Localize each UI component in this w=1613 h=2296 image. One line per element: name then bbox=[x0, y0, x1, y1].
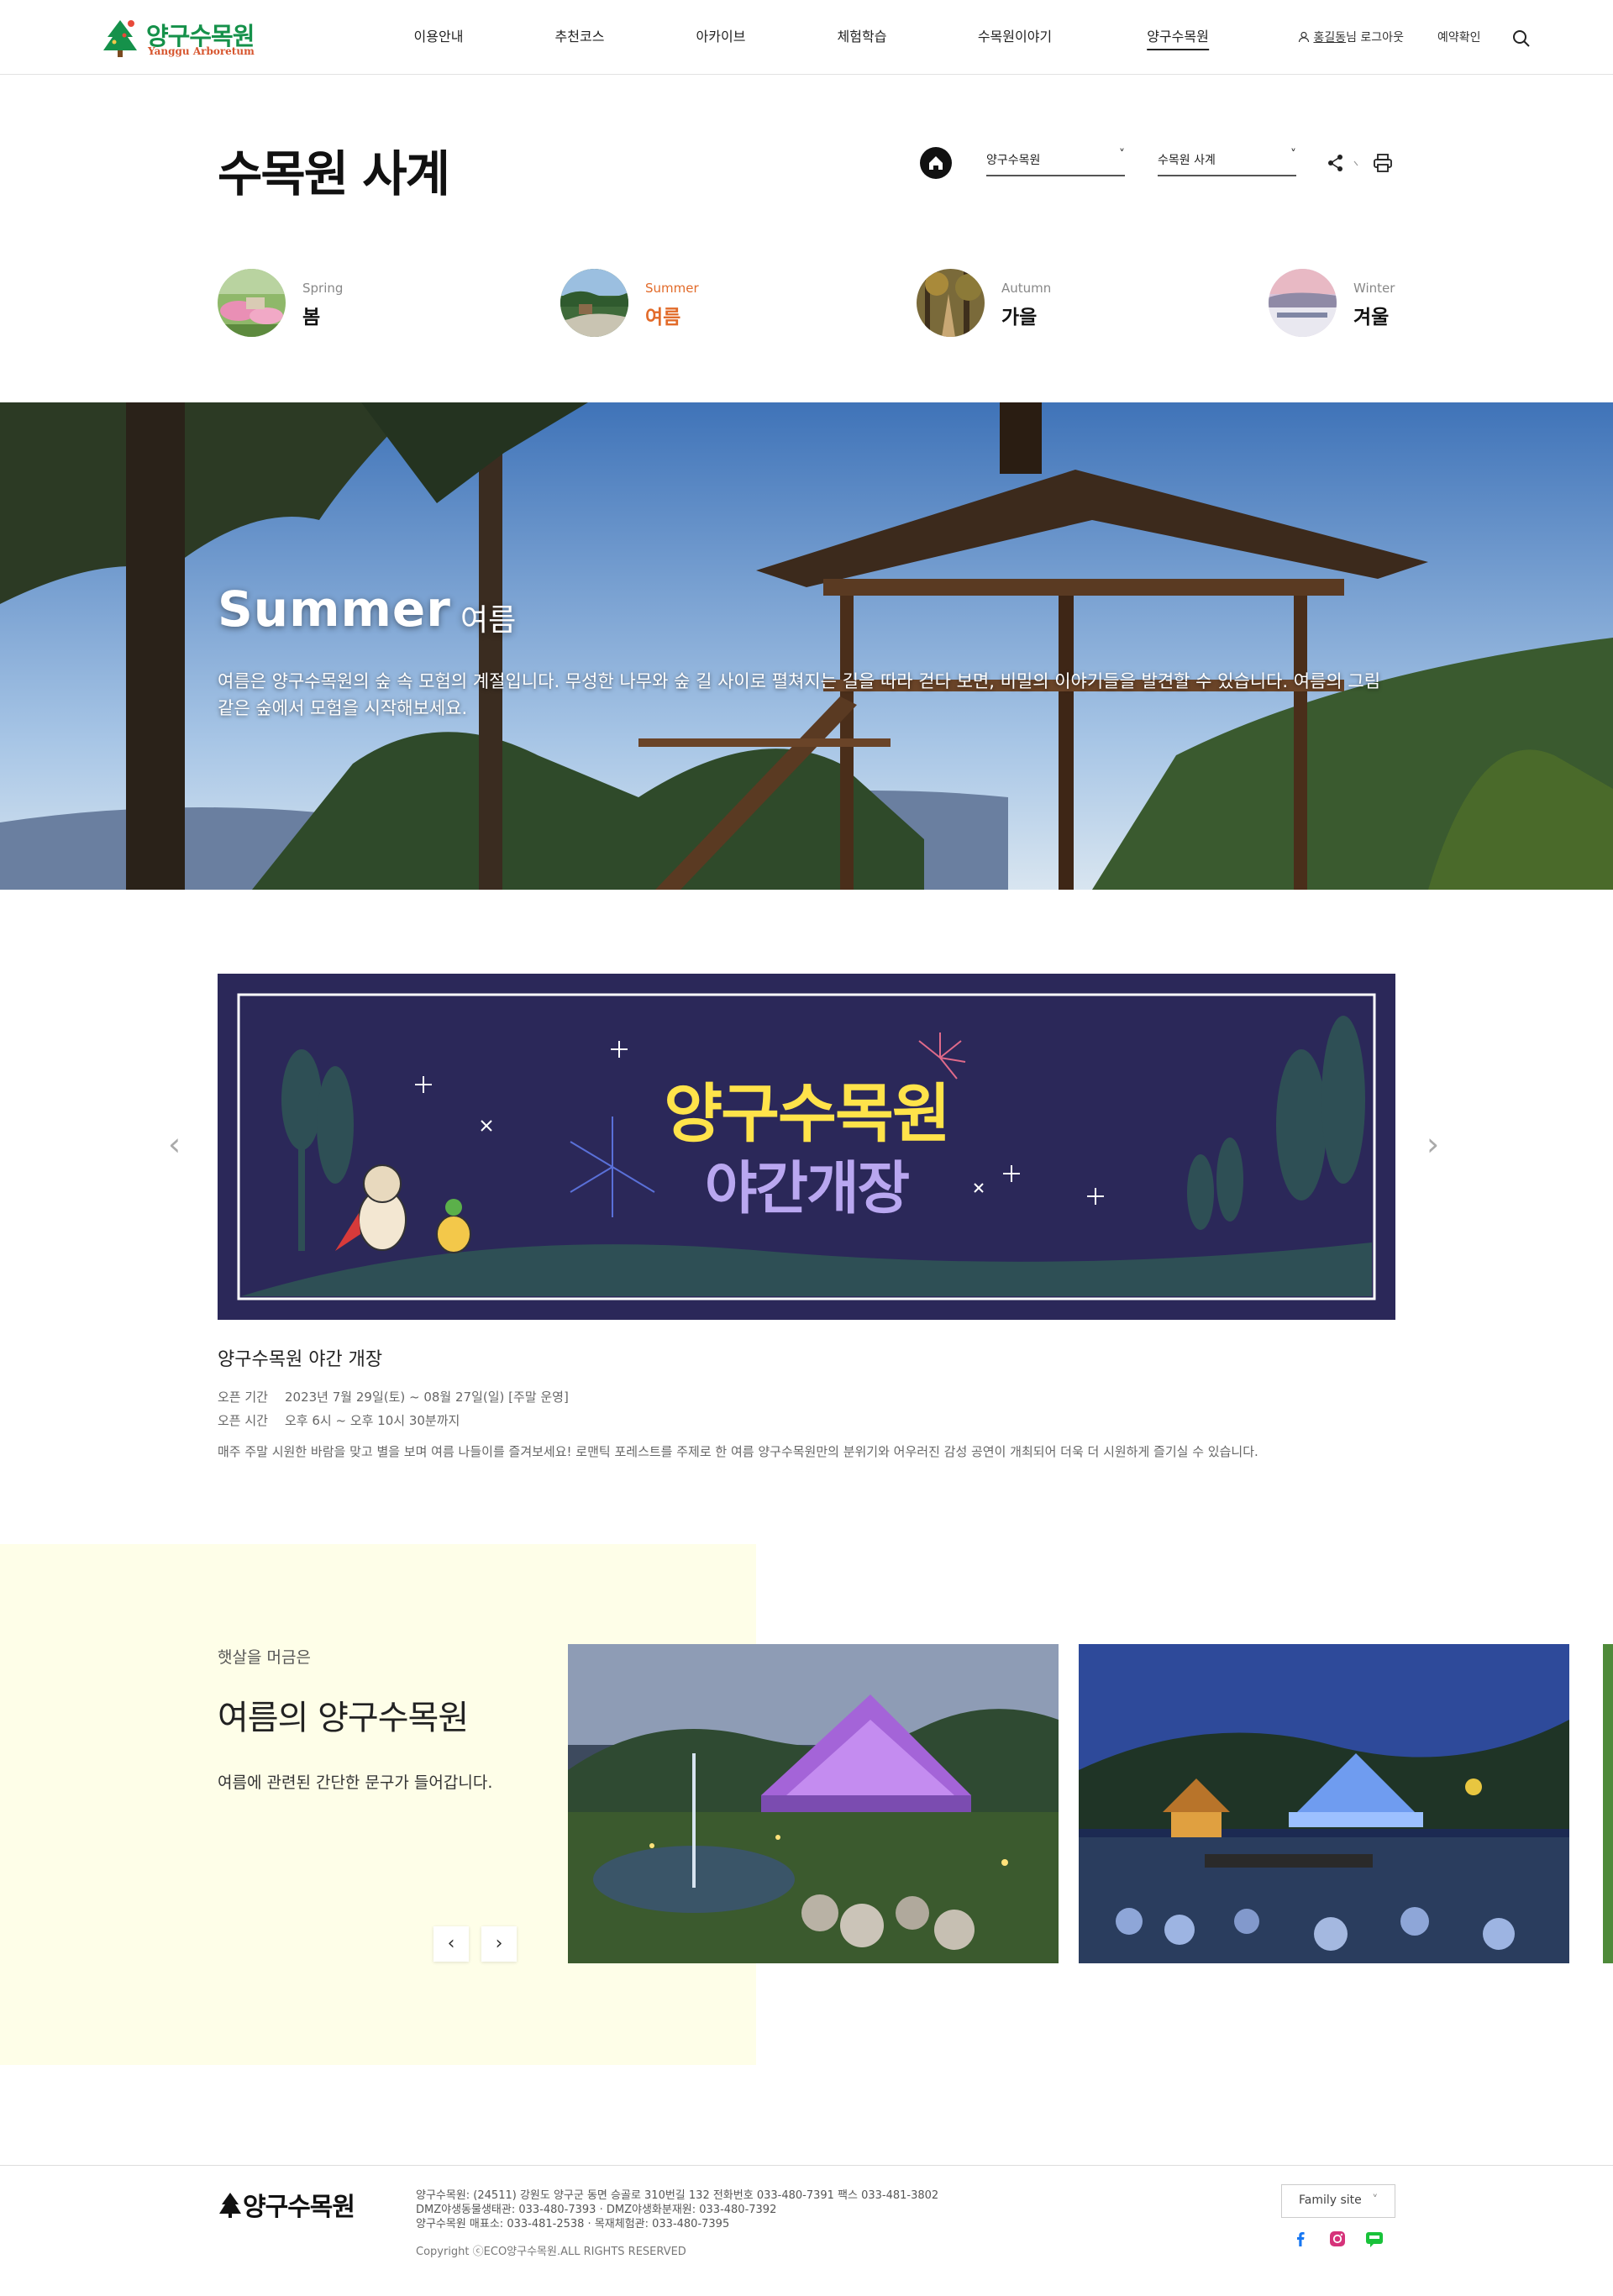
chevron-down-icon: ˅ bbox=[1290, 148, 1296, 161]
banner-prev-arrow-icon[interactable]: ‹ bbox=[168, 1126, 181, 1163]
banner-title-line2: 야간개장 bbox=[704, 1156, 910, 1222]
summer-hero-banner: Summer 여름 여름은 양구수목원의 숲 속 모험의 계절입니다. 무성한 … bbox=[0, 402, 1613, 890]
instagram-icon[interactable] bbox=[1327, 2229, 1348, 2249]
event-period-row: 오픈 기간 2023년 7월 29일(토) ~ 08월 27일(일) [주말 운영… bbox=[218, 1388, 569, 1405]
page-title: 수목원 사계 bbox=[218, 145, 450, 202]
event-time-label: 오픈 시간 bbox=[218, 1413, 268, 1428]
event-period-label: 오픈 기간 bbox=[218, 1390, 268, 1405]
hero-title: Summer bbox=[218, 581, 451, 638]
banner-title-line1: 양구수목원 bbox=[664, 1076, 951, 1151]
gallery-next-button[interactable]: › bbox=[481, 1926, 517, 1962]
chevron-left-icon: ‹ bbox=[447, 1933, 455, 1954]
event-time-value: 오후 6시 ~ 오후 10시 30분까지 bbox=[285, 1413, 460, 1428]
nav-item-experience[interactable]: 체험학습 bbox=[838, 25, 887, 45]
season-ko-label: 봄 bbox=[302, 307, 321, 328]
user-icon bbox=[1298, 31, 1310, 43]
nav-item-yanggu[interactable]: 양구수목원 bbox=[1147, 25, 1209, 50]
user-logout-link[interactable]: 홍길동님 로그아웃 bbox=[1298, 29, 1404, 45]
season-en-label: Autumn bbox=[1001, 281, 1052, 296]
nav-item-course[interactable]: 추천코스 bbox=[555, 25, 605, 45]
season-tab-autumn[interactable]: Autumn 가을 bbox=[917, 269, 1135, 338]
user-name: 홍길동 bbox=[1313, 31, 1347, 45]
hero-description: 여름은 양구수목원의 숲 속 모험의 계절입니다. 무성한 나무와 숲 길 사이… bbox=[218, 671, 1381, 718]
footer-logo-text: 양구수목원 bbox=[243, 2193, 355, 2222]
footer-contacts-2: 양구수목원 매표소: 033-481-2538 · 목재체험관: 033-480… bbox=[416, 2218, 730, 2230]
season-en-label: Winter bbox=[1353, 281, 1395, 296]
gallery-image-1[interactable] bbox=[568, 1644, 1059, 1963]
summer-thumbnail bbox=[560, 269, 628, 337]
facebook-icon[interactable] bbox=[1290, 2229, 1311, 2249]
family-site-select[interactable]: Family site ˅ bbox=[1281, 2184, 1395, 2218]
site-header: 양구수목원 Yanggu Arboretum 이용안내 추천코스 아카이브 체험… bbox=[0, 0, 1613, 75]
home-icon bbox=[929, 156, 943, 170]
gallery-image-3-peek[interactable] bbox=[1603, 1644, 1613, 1963]
share-icon[interactable] bbox=[1327, 154, 1344, 172]
home-button[interactable] bbox=[920, 147, 952, 179]
kakaotalk-icon[interactable] bbox=[1364, 2229, 1384, 2249]
spring-thumbnail bbox=[218, 269, 286, 337]
select-2-value: 수목원 사계 bbox=[1158, 154, 1216, 167]
share-chevron-icon bbox=[1353, 160, 1358, 166]
hero-subtitle: 여름 bbox=[460, 603, 517, 638]
nav-item-archive[interactable]: 아카이브 bbox=[696, 25, 746, 45]
season-ko-label: 겨울 bbox=[1353, 307, 1390, 328]
event-period-value: 2023년 7월 29일(토) ~ 08월 27일(일) [주말 운영] bbox=[285, 1390, 569, 1405]
print-icon[interactable] bbox=[1373, 153, 1393, 173]
greenhouse-fountain-photo bbox=[568, 1644, 1059, 1963]
summer-pretitle: 햇살을 머금은 bbox=[218, 1648, 311, 1667]
footer-copyright: Copyright ⓒECO양구수목원.ALL RIGHTS RESERVED bbox=[416, 2246, 686, 2258]
green-garden-photo bbox=[1603, 1644, 1613, 1963]
footer-logo[interactable]: 양구수목원 bbox=[218, 2186, 355, 2223]
summer-text: 여름에 관련된 간단한 문구가 들어갑니다. bbox=[218, 1773, 493, 1792]
chevron-down-icon: ˅ bbox=[1119, 148, 1125, 161]
autumn-thumbnail bbox=[917, 269, 985, 337]
tree-logo-icon bbox=[219, 2193, 241, 2218]
banner-next-arrow-icon[interactable]: › bbox=[1426, 1126, 1439, 1163]
season-tab-winter[interactable]: Winter 겨울 bbox=[1269, 269, 1487, 338]
summer-heading: 여름의 양구수목원 bbox=[218, 1699, 469, 1737]
location-select-1[interactable]: 양구수목원 ˅ bbox=[986, 148, 1125, 176]
location-select-2[interactable]: 수목원 사계 ˅ bbox=[1158, 148, 1296, 176]
logo-english-text: Yanggu Arboretum bbox=[148, 45, 255, 57]
family-site-label: Family site bbox=[1299, 2194, 1362, 2207]
site-logo[interactable]: 양구수목원 Yanggu Arboretum bbox=[101, 17, 269, 60]
select-1-value: 양구수목원 bbox=[986, 154, 1041, 167]
event-time-row: 오픈 시간 오후 6시 ~ 오후 10시 30분까지 bbox=[218, 1411, 460, 1429]
night-opening-banner[interactable]: 양구수목원 야간개장 bbox=[218, 974, 1395, 1320]
season-ko-label: 가을 bbox=[1001, 307, 1038, 328]
event-title: 양구수목원 야간 개장 bbox=[218, 1349, 383, 1370]
search-icon[interactable] bbox=[1512, 29, 1531, 48]
season-en-label: Spring bbox=[302, 281, 344, 296]
chevron-right-icon: › bbox=[495, 1933, 503, 1954]
season-tab-spring[interactable]: Spring 봄 bbox=[218, 269, 436, 338]
chevron-down-icon: ˅ bbox=[1372, 2194, 1379, 2207]
gallery-prev-button[interactable]: ‹ bbox=[433, 1926, 469, 1962]
season-ko-label: 여름 bbox=[645, 307, 681, 328]
winter-thumbnail bbox=[1269, 269, 1337, 337]
nav-item-story[interactable]: 수목원이야기 bbox=[978, 25, 1052, 45]
tree-logo-icon bbox=[103, 20, 137, 57]
night-pavilion-photo bbox=[1079, 1644, 1569, 1963]
season-en-label: Summer bbox=[645, 281, 699, 296]
pavilion-forest-photo bbox=[0, 402, 1613, 890]
event-description: 매주 주말 시원한 바람을 맞고 별을 보며 여름 나들이를 즐겨보세요! 로맨… bbox=[218, 1444, 1258, 1459]
nav-item-usage[interactable]: 이용안내 bbox=[414, 25, 464, 45]
gallery-image-2[interactable] bbox=[1079, 1644, 1569, 1963]
season-tab-summer[interactable]: Summer 여름 bbox=[560, 269, 779, 338]
logout-text: 님 로그아웃 bbox=[1346, 31, 1404, 45]
reservation-check-link[interactable]: 예약확인 bbox=[1437, 29, 1481, 45]
